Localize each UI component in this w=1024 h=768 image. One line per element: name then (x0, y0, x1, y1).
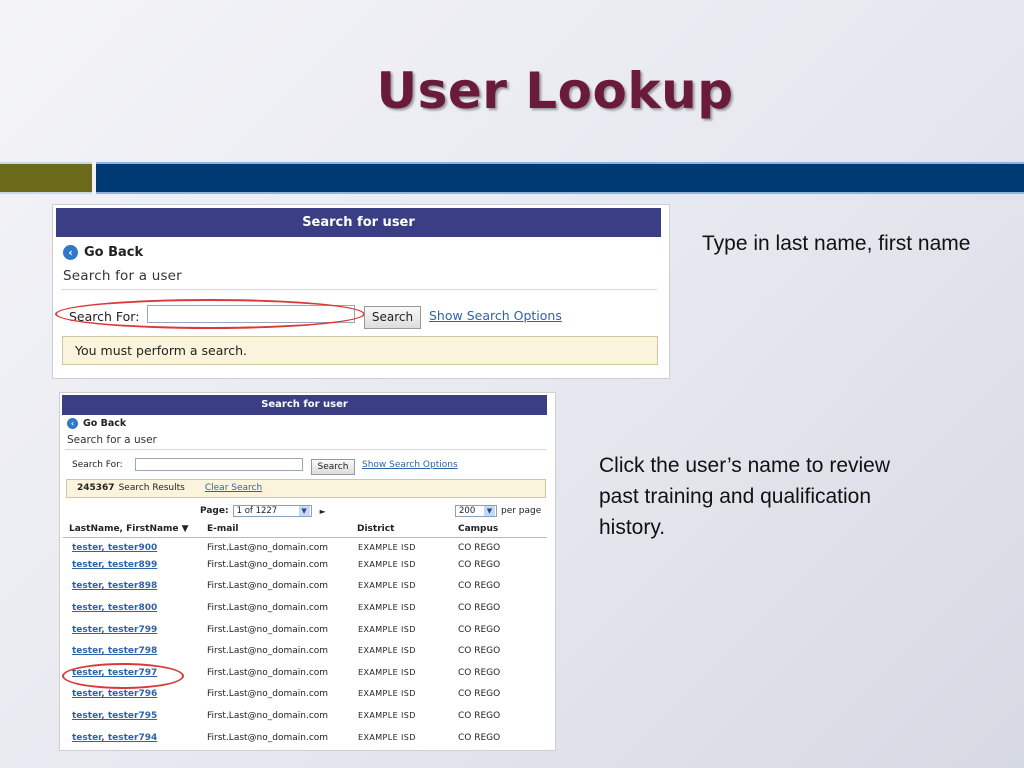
email-cell: First.Last@no_domain.com (207, 668, 329, 678)
campus-cell: CO REGO (458, 581, 501, 591)
campus-cell: CO REGO (458, 711, 501, 721)
user-name-link[interactable]: tester, tester797 (72, 668, 157, 678)
result-count: 245367 (77, 483, 115, 493)
search-input[interactable] (147, 305, 355, 323)
district-cell: EXAMPLE ISD (358, 689, 416, 698)
table-row: tester, tester799 First.Last@no_domain.co… (60, 625, 555, 645)
district-cell: EXAMPLE ISD (358, 543, 416, 552)
clear-search-link[interactable]: Clear Search (205, 483, 262, 493)
email-cell: First.Last@no_domain.com (207, 689, 329, 699)
table-row: tester, tester797 First.Last@no_domain.co… (60, 668, 555, 688)
results-summary: 245367 Search Results Clear Search (66, 479, 546, 498)
user-name-link[interactable]: tester, tester799 (72, 625, 157, 635)
page-select[interactable]: 1 of 1227 ▼ (232, 505, 312, 517)
email-cell: First.Last@no_domain.com (207, 560, 329, 570)
go-back-link[interactable]: ‹ Go Back (63, 245, 143, 260)
go-back-label: Go Back (84, 245, 144, 260)
arrow-left-circle-icon: ‹ (63, 245, 78, 260)
search-label: Search For: (72, 460, 123, 470)
district-cell: EXAMPLE ISD (358, 560, 416, 569)
results-screenshot: Search for user ‹ Go Back Search for a u… (59, 392, 556, 751)
pagination: Page: 1 of 1227 ▼ ► (200, 505, 326, 517)
search-panel-header: Search for user (56, 208, 661, 237)
title-band-accent (0, 162, 92, 194)
district-cell: EXAMPLE ISD (358, 625, 416, 634)
arrow-left-circle-icon: ‹ (67, 418, 78, 429)
go-back-label: Go Back (83, 418, 127, 429)
table-row: tester, tester796 First.Last@no_domain.co… (60, 689, 555, 709)
per-page-control: 200 ▼ per page (451, 505, 541, 517)
caption-results-instructions: Click the user’s name to review past tra… (599, 454, 891, 539)
campus-cell: CO REGO (458, 603, 501, 613)
table-row: tester, tester899 First.Last@no_domain.co… (60, 560, 555, 580)
per-page-value: 200 (459, 506, 476, 516)
search-notice: You must perform a search. (62, 336, 658, 365)
table-row: tester, tester794 First.Last@no_domain.co… (60, 733, 555, 750)
user-name-link[interactable]: tester, tester900 (72, 543, 157, 553)
slide-title: User Lookup (376, 62, 734, 120)
per-page-label: per page (501, 506, 542, 516)
search-screenshot: Search for user ‹ Go Back Search for a u… (52, 204, 670, 379)
results-table-header: LastName, FirstName ▼ E-mail District Ca… (63, 523, 547, 538)
email-cell: First.Last@no_domain.com (207, 646, 329, 656)
divider (65, 449, 547, 450)
campus-cell: CO REGO (458, 560, 501, 570)
user-name-link[interactable]: tester, tester800 (72, 603, 157, 613)
email-cell: First.Last@no_domain.com (207, 711, 329, 721)
column-header-campus[interactable]: Campus (458, 524, 498, 534)
user-name-link[interactable]: tester, tester795 (72, 711, 157, 721)
per-page-select[interactable]: 200 ▼ (455, 505, 497, 517)
search-button[interactable]: Search (364, 306, 421, 329)
results-panel-header: Search for user (62, 395, 547, 415)
chevron-down-icon: ▼ (298, 506, 310, 516)
email-cell: First.Last@no_domain.com (207, 603, 329, 613)
email-cell: First.Last@no_domain.com (207, 733, 329, 743)
district-cell: EXAMPLE ISD (358, 733, 416, 742)
show-search-options-link[interactable]: Show Search Options (429, 308, 562, 323)
search-button[interactable]: Search (311, 459, 355, 475)
table-row: tester, tester800 First.Last@no_domain.co… (60, 603, 555, 623)
show-search-options-link[interactable]: Show Search Options (362, 460, 458, 470)
user-name-link[interactable]: tester, tester796 (72, 689, 157, 699)
campus-cell: CO REGO (458, 689, 501, 699)
user-name-link[interactable]: tester, tester899 (72, 560, 157, 570)
page-label: Page: (200, 506, 229, 516)
column-header-email[interactable]: E-mail (207, 524, 239, 534)
search-subtitle: Search for a user (67, 434, 157, 446)
campus-cell: CO REGO (458, 625, 501, 635)
table-row: tester, tester798 First.Last@no_domain.co… (60, 646, 555, 666)
campus-cell: CO REGO (458, 733, 501, 743)
district-cell: EXAMPLE ISD (358, 711, 416, 720)
campus-cell: CO REGO (458, 668, 501, 678)
column-header-district[interactable]: District (357, 524, 394, 534)
divider (61, 289, 657, 290)
search-input[interactable] (135, 458, 303, 471)
campus-cell: CO REGO (458, 543, 501, 553)
table-row: tester, tester898 First.Last@no_domain.co… (60, 581, 555, 601)
email-cell: First.Last@no_domain.com (207, 625, 329, 635)
title-band (96, 162, 1024, 194)
email-cell: First.Last@no_domain.com (207, 581, 329, 591)
table-row: tester, tester795 First.Last@no_domain.co… (60, 711, 555, 731)
email-cell: First.Last@no_domain.com (207, 543, 329, 553)
campus-cell: CO REGO (458, 646, 501, 656)
user-name-link[interactable]: tester, tester798 (72, 646, 157, 656)
user-name-link[interactable]: tester, tester794 (72, 733, 157, 743)
result-text: Search Results (118, 483, 185, 493)
caption-search-instructions: Type in last name, first name (702, 232, 971, 255)
page-select-value: 1 of 1227 (236, 506, 278, 516)
district-cell: EXAMPLE ISD (358, 646, 416, 655)
user-name-link[interactable]: tester, tester898 (72, 581, 157, 591)
go-back-link[interactable]: ‹ Go Back (67, 418, 126, 429)
search-label: Search For: (69, 309, 140, 324)
district-cell: EXAMPLE ISD (358, 603, 416, 612)
district-cell: EXAMPLE ISD (358, 581, 416, 590)
search-subtitle: Search for a user (63, 268, 182, 284)
chevron-down-icon: ▼ (484, 506, 495, 516)
district-cell: EXAMPLE ISD (358, 668, 416, 677)
column-header-name[interactable]: LastName, FirstName ▼ (69, 524, 189, 534)
next-page-icon[interactable]: ► (320, 507, 326, 516)
